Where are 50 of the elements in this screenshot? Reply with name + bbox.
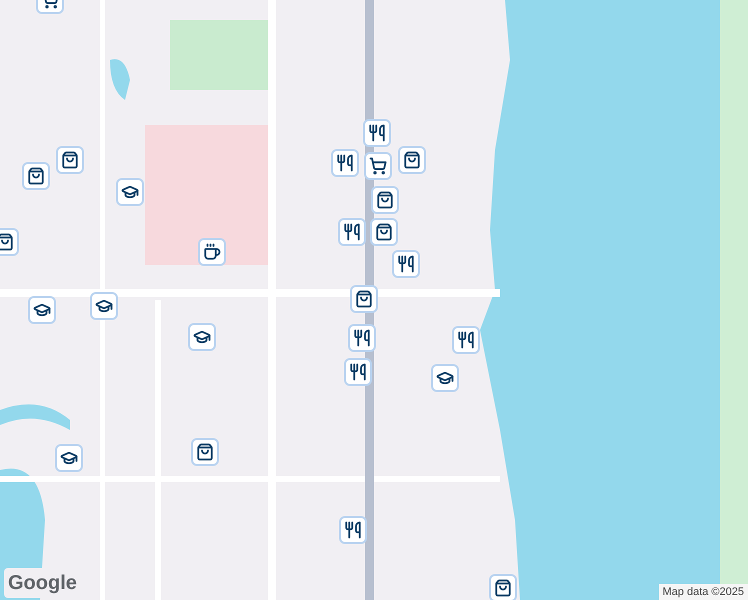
map-pin[interactable] — [56, 146, 84, 174]
fork-knife-icon — [368, 124, 386, 142]
graduation-cap-icon — [60, 449, 78, 467]
shopping-bag-icon — [355, 290, 373, 308]
shopping-bag-icon — [375, 223, 393, 241]
fork-knife-icon — [336, 154, 354, 172]
graduation-cap-icon — [436, 369, 454, 387]
coffee-cup-icon — [203, 243, 221, 261]
map-pin[interactable] — [348, 324, 376, 352]
map-pin[interactable] — [344, 358, 372, 386]
map-pin[interactable] — [331, 149, 359, 177]
map-attribution: Map data ©2025 — [658, 584, 748, 600]
shopping-bag-icon — [196, 443, 214, 461]
shopping-bag-icon — [376, 191, 394, 209]
map-pin[interactable] — [364, 152, 392, 180]
map-pin[interactable] — [371, 186, 399, 214]
map-pin[interactable] — [90, 292, 118, 320]
map-pin[interactable] — [22, 162, 50, 190]
graduation-cap-icon — [33, 301, 51, 319]
cart-icon — [369, 157, 387, 175]
map-pin[interactable] — [55, 444, 83, 472]
fork-knife-icon — [353, 329, 371, 347]
map-pin[interactable] — [350, 285, 378, 313]
map-pin[interactable] — [191, 438, 219, 466]
map-pin[interactable] — [28, 296, 56, 324]
fork-knife-icon — [349, 363, 367, 381]
fork-knife-icon — [397, 255, 415, 273]
fork-knife-icon — [343, 223, 361, 241]
shopping-bag-icon — [61, 151, 79, 169]
map-pin[interactable] — [339, 516, 367, 544]
map-pin[interactable] — [398, 146, 426, 174]
map-pin[interactable] — [431, 364, 459, 392]
graduation-cap-icon — [193, 328, 211, 346]
fork-knife-icon — [457, 331, 475, 349]
map-pin[interactable] — [489, 574, 517, 600]
graduation-cap-icon — [121, 183, 139, 201]
shopping-bag-icon — [0, 233, 14, 251]
map-pin[interactable] — [392, 250, 420, 278]
fork-knife-icon — [344, 521, 362, 539]
shopping-bag-icon — [494, 579, 512, 597]
map-pin[interactable] — [116, 178, 144, 206]
map-pin[interactable] — [363, 119, 391, 147]
shopping-bag-icon — [403, 151, 421, 169]
map-pin[interactable] — [198, 238, 226, 266]
shopping-bag-icon — [27, 167, 45, 185]
graduation-cap-icon — [95, 297, 113, 315]
map-pin[interactable] — [188, 323, 216, 351]
map-pin[interactable] — [370, 218, 398, 246]
map-pin[interactable] — [338, 218, 366, 246]
map-pin[interactable] — [452, 326, 480, 354]
